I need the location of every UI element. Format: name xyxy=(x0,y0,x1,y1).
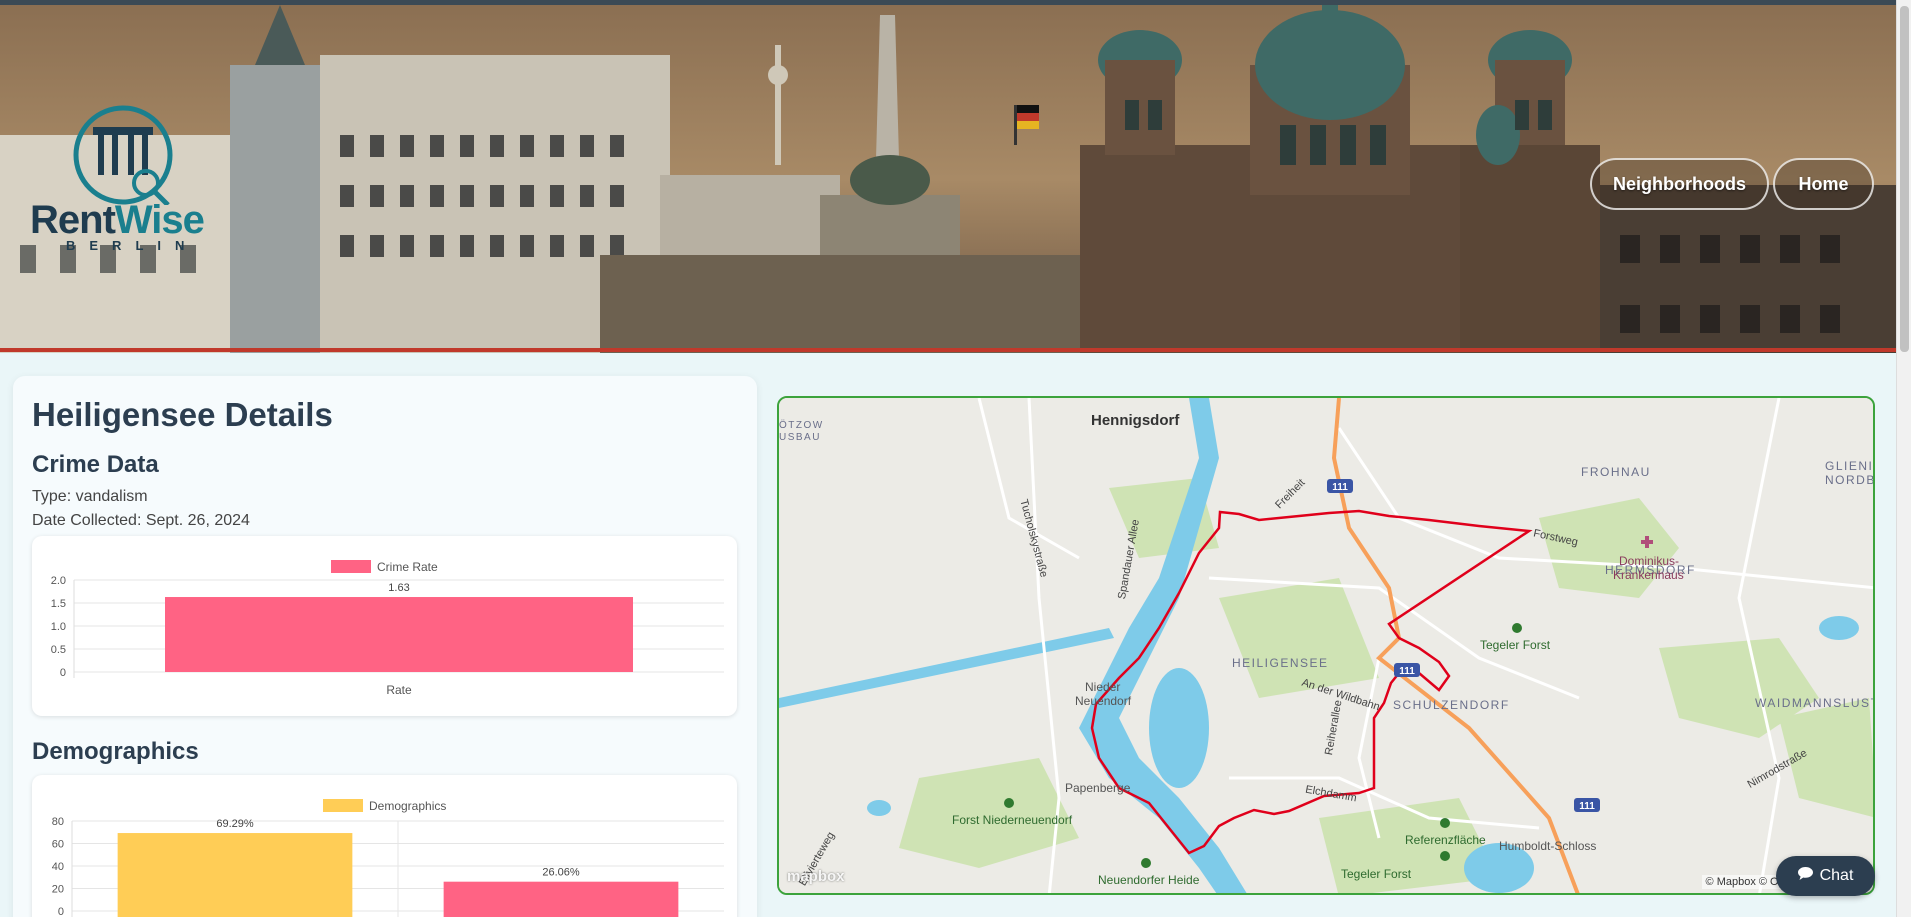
legend-label-demographics: Demographics xyxy=(369,799,446,813)
neighborhood-map[interactable]: 111 111 111 Hennigsdorf ÖTZOW USBAU FROH… xyxy=(777,396,1875,895)
hero-banner: RentWise BERLIN Neighborhoods Home xyxy=(0,5,1896,353)
scrollbar-thumb[interactable] xyxy=(1900,6,1909,352)
y-tick-label: 40 xyxy=(52,861,64,873)
bar-value-label: 26.06% xyxy=(542,867,580,879)
brandenburg-gate-magnifier-icon xyxy=(73,105,173,205)
route-shield-label: 111 xyxy=(1332,482,1348,493)
crime-type: Type: vandalism xyxy=(32,488,148,505)
bar-value-label: 1.63 xyxy=(388,582,409,594)
brand-city: BERLIN xyxy=(66,238,199,253)
chat-label: Chat xyxy=(1819,867,1854,884)
map-label-hennigsdorf: Hennigsdorf xyxy=(1091,412,1180,429)
map-label-schulzendorf: SCHULZENDORF xyxy=(1393,698,1510,712)
legend-swatch-crime-rate xyxy=(331,560,371,573)
legend-label-crime-rate: Crime Rate xyxy=(377,560,438,574)
map-label-krankenhaus: Krankenhaus xyxy=(1613,568,1684,582)
demographics-bar[interactable] xyxy=(117,833,353,917)
route-shield-label: 111 xyxy=(1579,801,1595,812)
y-tick-label: 0.5 xyxy=(51,644,66,656)
brand-wordmark: RentWise xyxy=(30,198,205,242)
nav-neighborhoods-button[interactable]: Neighborhoods xyxy=(1590,158,1769,210)
map-label-neuendorfer-heide: Neuendorfer Heide xyxy=(1098,873,1200,887)
route-shield-label: 111 xyxy=(1399,666,1415,677)
map-label-referenzflaeche: Referenzfläche xyxy=(1405,833,1486,847)
demographics-chart: Demographics 80 60 40 20 0 69.29% 26.06% xyxy=(32,775,737,917)
y-tick-label: 2.0 xyxy=(51,575,66,587)
map-label-papenberge: Papenberge xyxy=(1065,781,1131,795)
mapbox-logo[interactable]: mapbox xyxy=(787,868,845,885)
map-tiles: 111 111 111 xyxy=(779,398,1873,893)
hero-accent-line xyxy=(0,348,1896,352)
y-tick-label: 80 xyxy=(52,816,64,828)
y-tick-label: 1.5 xyxy=(51,598,66,610)
y-tick-label: 0 xyxy=(60,667,66,679)
map-label-glienicke: GLIENIC xyxy=(1825,459,1874,473)
map-label-waidmannslust: WAIDMANNSLUST xyxy=(1755,696,1875,710)
map-label-forst-niederneuendorf: Forst Niederneuendorf xyxy=(952,813,1073,827)
x-tick-label: Rate xyxy=(386,683,412,697)
rentwise-logo[interactable]: RentWise BERLIN xyxy=(28,105,228,260)
date-collected: Date Collected: Sept. 26, 2024 xyxy=(32,512,250,529)
crime-rate-bar[interactable] xyxy=(165,597,633,672)
crime-section-title: Crime Data xyxy=(32,451,159,478)
legend-swatch-demographics xyxy=(323,799,363,812)
crime-rate-chart: Crime Rate 2.0 1.5 1.0 0.5 0 1.63 Rate xyxy=(32,536,737,716)
map-label-neuendorf: Neuendorf xyxy=(1075,694,1132,708)
page-title: Heiligensee Details xyxy=(32,396,333,433)
map-label-usbau: USBAU xyxy=(779,432,821,443)
map-label-heiligensee: HEILIGENSEE xyxy=(1232,656,1329,670)
y-tick-label: 1.0 xyxy=(51,621,66,633)
map-label-tegeler-forst-south: Tegeler Forst xyxy=(1341,867,1412,881)
map-label-tegeler-forst: Tegeler Forst xyxy=(1480,638,1551,652)
y-tick-label: 60 xyxy=(52,839,64,851)
chat-bubble-icon xyxy=(1797,867,1813,885)
map-label-dominikus: Dominikus- xyxy=(1619,554,1680,568)
map-label-nieder: Nieder xyxy=(1085,680,1121,694)
y-tick-label: 0 xyxy=(58,906,64,917)
chat-button[interactable]: Chat xyxy=(1776,856,1875,896)
demographics-section-title: Demographics xyxy=(32,738,199,765)
map-label-humboldt: Humboldt-Schloss xyxy=(1499,839,1597,853)
y-tick-label: 20 xyxy=(52,884,64,896)
nav-home-button[interactable]: Home xyxy=(1773,158,1874,210)
bar-value-label: 69.29% xyxy=(216,818,254,830)
demographics-bar[interactable] xyxy=(443,881,679,917)
map-label-otzow: ÖTZOW xyxy=(779,420,824,431)
page-scrollbar[interactable] xyxy=(1896,0,1911,917)
map-label-nordb: NORDB xyxy=(1825,473,1875,487)
map-label-frohnau: FROHNAU xyxy=(1581,465,1651,479)
